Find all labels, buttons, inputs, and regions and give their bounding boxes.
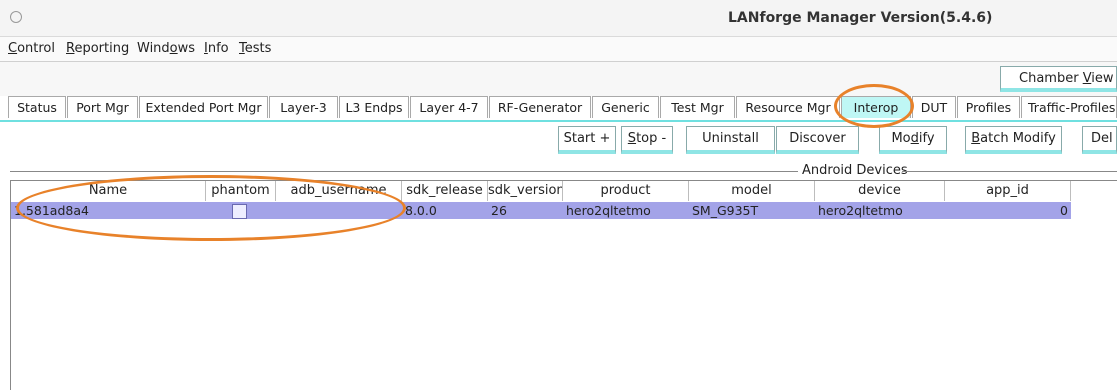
column-header-adb-username[interactable]: adb_username	[276, 181, 402, 201]
column-header-sdk-version[interactable]: sdk_version	[488, 181, 563, 201]
cell-name: 1.581ad8a4	[14, 203, 89, 218]
column-header-phantom[interactable]: phantom	[206, 181, 276, 201]
uninstall-button[interactable]: Uninstall	[686, 126, 775, 154]
cell-device: hero2qltetmo	[818, 203, 903, 218]
phantom-checkbox[interactable]	[232, 204, 247, 219]
toolbar: Start + Stop - Uninstall Discover Modify…	[0, 122, 1117, 160]
menu-control[interactable]: Control	[8, 41, 55, 56]
tab-l3-endps[interactable]: L3 Endps	[339, 96, 409, 118]
cell-adb-username	[279, 203, 399, 218]
title-bar: LANforge Manager Version(5.4.6)	[0, 0, 1117, 37]
tab-resource-mgr[interactable]: Resource Mgr	[736, 96, 840, 118]
batch-modify-button[interactable]: Batch Modify	[965, 126, 1062, 154]
group-border-right	[902, 171, 1117, 172]
group-border-left	[10, 171, 798, 172]
tab-traffic-profiles[interactable]: Traffic-Profiles	[1021, 96, 1117, 118]
column-header-model[interactable]: model	[689, 181, 815, 201]
menu-tests[interactable]: Tests	[239, 41, 271, 56]
tab-port-mgr[interactable]: Port Mgr	[67, 96, 138, 118]
window-title: LANforge Manager Version(5.4.6)	[728, 10, 993, 26]
column-header-product[interactable]: product	[563, 181, 689, 201]
menu-reporting[interactable]: Reporting	[66, 41, 129, 56]
cell-sdk-version: 26	[491, 203, 507, 218]
menu-windows[interactable]: Windows	[137, 41, 195, 56]
window-menu-icon[interactable]	[10, 11, 22, 23]
tab-profiles[interactable]: Profiles	[957, 96, 1020, 118]
column-header-app-id[interactable]: app_id	[945, 181, 1071, 201]
column-header-name[interactable]: Name	[11, 181, 206, 201]
discover-button[interactable]: Discover	[776, 126, 859, 154]
chamber-view-button[interactable]: Chamber View	[1000, 66, 1117, 92]
tab-test-mgr[interactable]: Test Mgr	[660, 96, 735, 118]
top-panel: Chamber View	[0, 62, 1117, 96]
tab-layer-3[interactable]: Layer-3	[269, 96, 338, 118]
tab-bar: Status Port Mgr Extended Port Mgr Layer-…	[0, 96, 1117, 122]
start-button[interactable]: Start +	[558, 126, 616, 154]
tab-extended-port-mgr[interactable]: Extended Port Mgr	[139, 96, 268, 118]
column-header-device[interactable]: device	[815, 181, 945, 201]
menu-bar: Control Reporting Windows Info Tests	[0, 37, 1117, 62]
cell-sdk-release: 8.0.0	[405, 203, 437, 218]
column-header-sdk-release[interactable]: sdk_release	[402, 181, 488, 201]
tab-generic[interactable]: Generic	[592, 96, 659, 118]
tab-dut[interactable]: DUT	[912, 96, 956, 118]
cell-model: SM_G935T	[692, 203, 759, 218]
tab-status[interactable]: Status	[8, 96, 66, 118]
cell-app-id: 0	[1060, 203, 1068, 218]
android-devices-group-title: Android Devices	[800, 163, 910, 178]
stop-button[interactable]: Stop -	[621, 126, 673, 154]
tab-interop[interactable]: Interop	[841, 96, 911, 118]
delete-button[interactable]: Del	[1082, 126, 1117, 154]
tab-layer-4-7[interactable]: Layer 4-7	[410, 96, 488, 118]
modify-button[interactable]: Modify	[879, 126, 947, 154]
menu-info[interactable]: Info	[204, 41, 229, 56]
cell-product: hero2qltetmo	[566, 203, 651, 218]
tab-rf-generator[interactable]: RF-Generator	[489, 96, 591, 118]
